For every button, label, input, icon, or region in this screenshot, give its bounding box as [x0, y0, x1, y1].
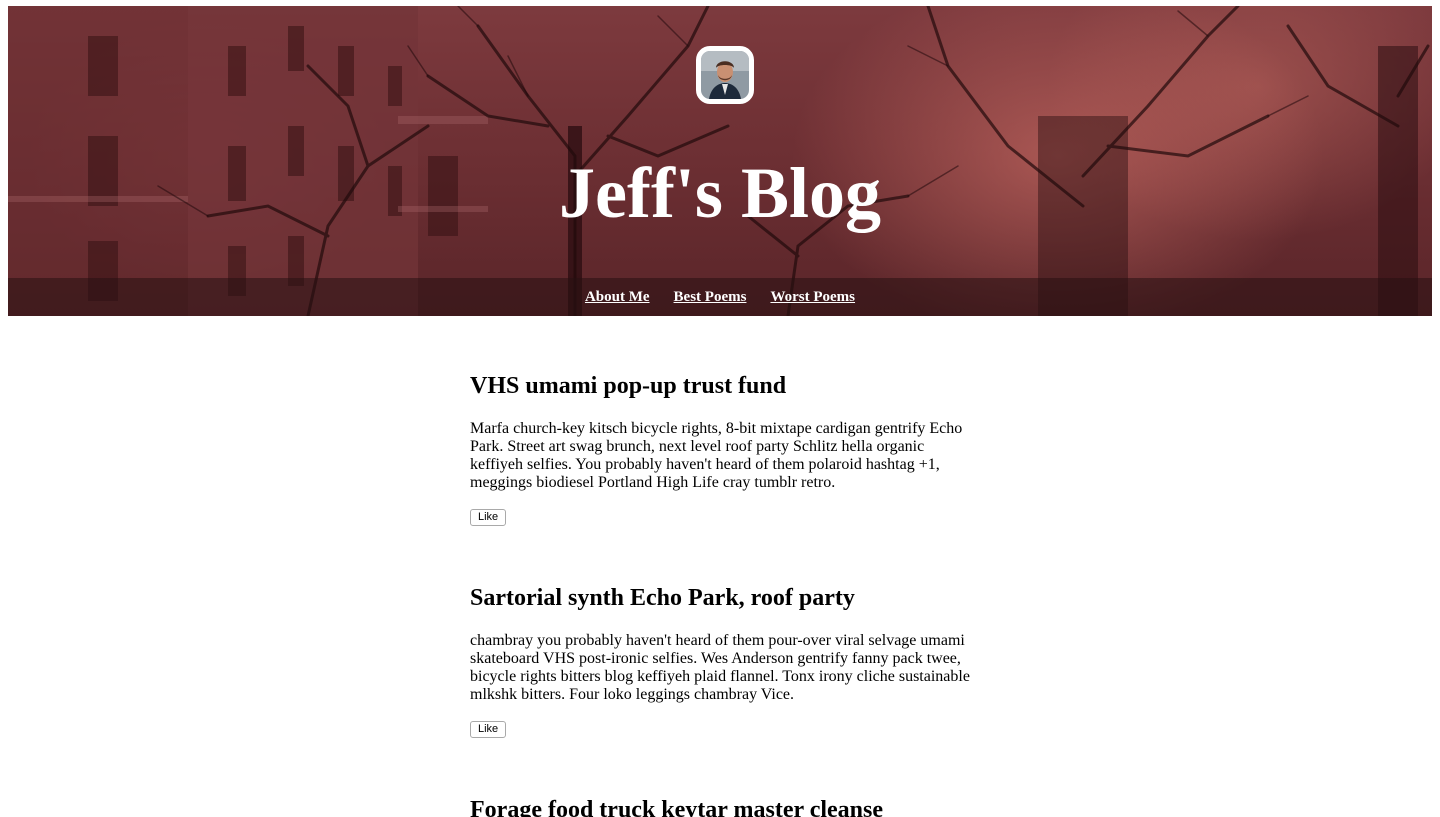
- profile-photo-icon: [701, 51, 749, 99]
- site-header: Jeff's Blog About Me Best Poems Worst Po…: [8, 6, 1432, 316]
- post-title[interactable]: Forage food truck keytar master cleanse: [470, 794, 990, 817]
- post-title[interactable]: Sartorial synth Echo Park, roof party: [470, 582, 990, 614]
- blog-page: Jeff's Blog About Me Best Poems Worst Po…: [0, 0, 1440, 817]
- author-avatar[interactable]: [696, 46, 754, 104]
- main-navigation: About Me Best Poems Worst Poems: [8, 278, 1432, 316]
- post-title[interactable]: VHS umami pop-up trust fund: [470, 370, 990, 402]
- like-button[interactable]: Like: [470, 509, 507, 526]
- post-item: Forage food truck keytar master cleanse: [470, 794, 990, 817]
- site-title: Jeff's Blog: [559, 153, 881, 233]
- nav-link-best-poems[interactable]: Best Poems: [674, 289, 747, 305]
- like-button[interactable]: Like: [470, 721, 507, 738]
- post-list: VHS umami pop-up trust fund Marfa church…: [470, 370, 990, 817]
- post-item: VHS umami pop-up trust fund Marfa church…: [470, 370, 990, 526]
- post-body: chambray you probably haven't heard of t…: [470, 632, 970, 703]
- post-item: Sartorial synth Echo Park, roof party ch…: [470, 582, 990, 738]
- nav-link-worst-poems[interactable]: Worst Poems: [770, 289, 855, 305]
- nav-link-about-me[interactable]: About Me: [585, 289, 650, 305]
- post-body: Marfa church-key kitsch bicycle rights, …: [470, 420, 963, 491]
